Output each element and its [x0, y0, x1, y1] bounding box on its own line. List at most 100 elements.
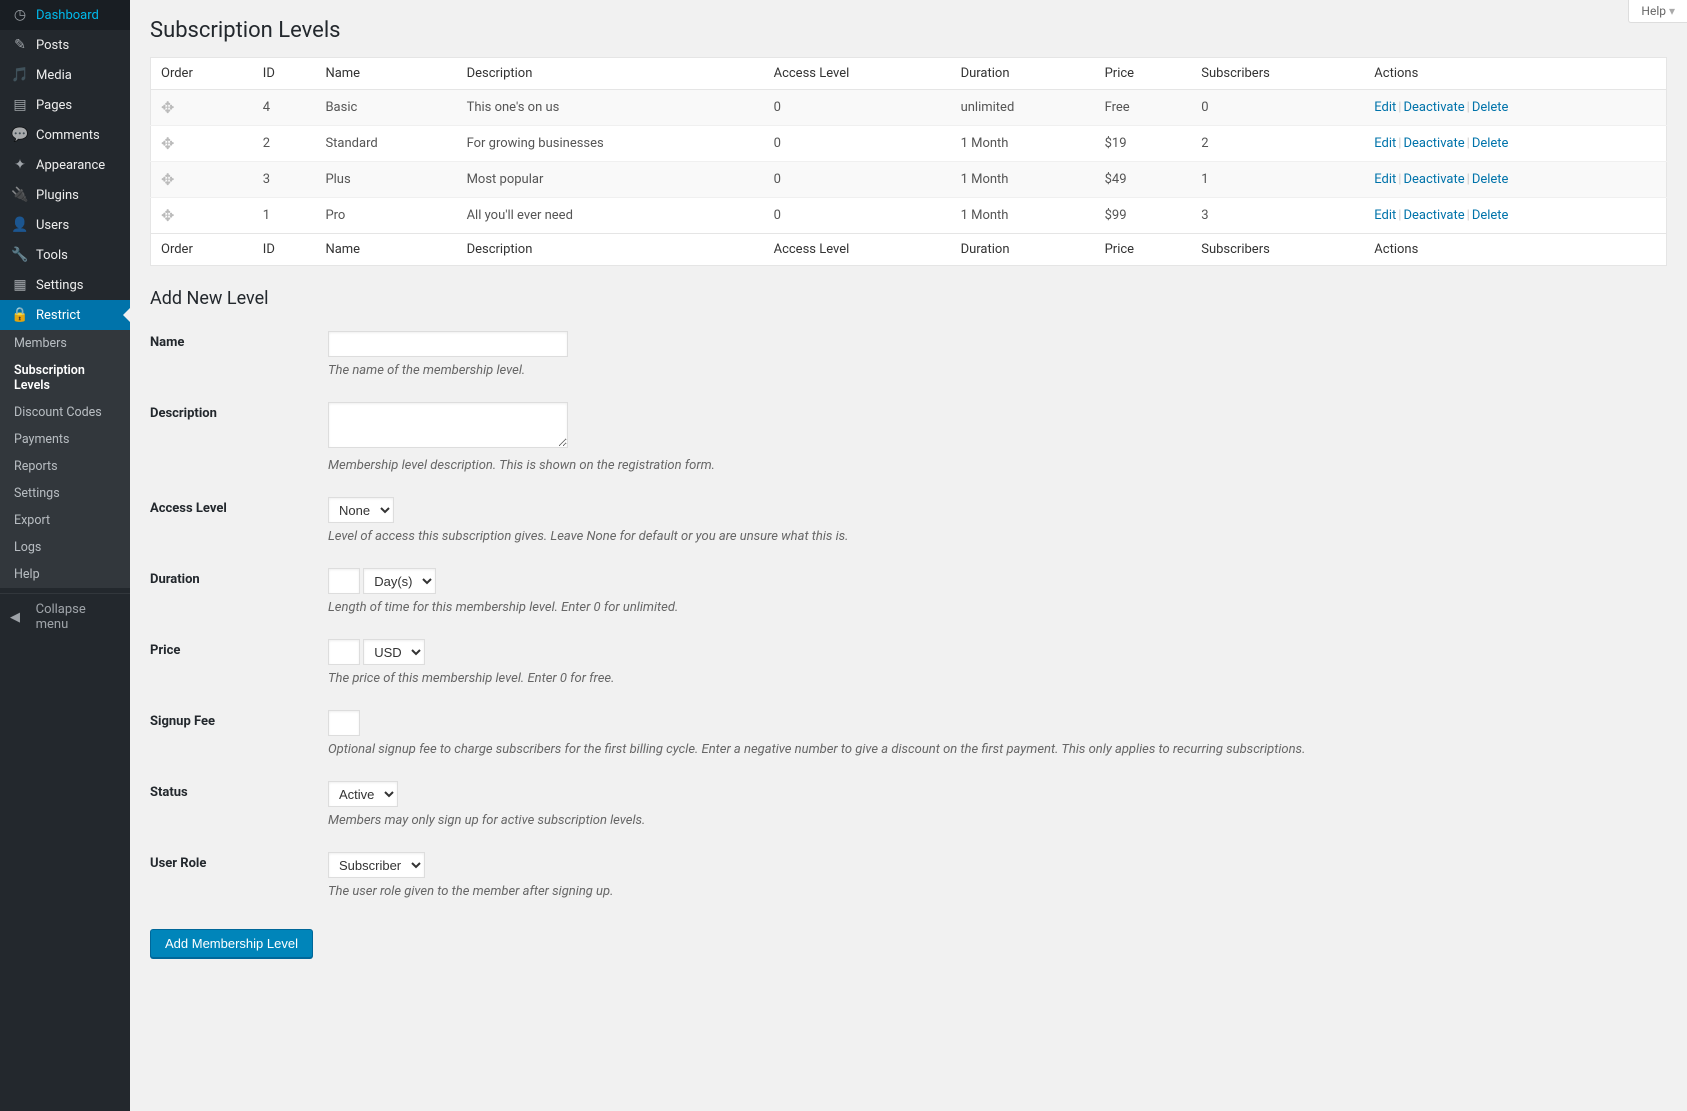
- appearance-icon: ✦: [10, 157, 30, 173]
- add-membership-button[interactable]: Add Membership Level: [150, 929, 313, 958]
- delete-link[interactable]: Delete: [1472, 100, 1509, 115]
- delete-link[interactable]: Delete: [1472, 136, 1509, 151]
- price-hint: The price of this membership level. Ente…: [328, 671, 1667, 686]
- submenu-item-logs[interactable]: Logs: [0, 534, 130, 561]
- sidebar-item-label: Restrict: [36, 308, 81, 323]
- cell-subscribers: 3: [1191, 198, 1364, 234]
- column-actions: Actions: [1364, 58, 1666, 90]
- column-actions: Actions: [1364, 234, 1666, 266]
- collapse-label: Collapse menu: [36, 602, 120, 632]
- sidebar-item-tools[interactable]: 🔧Tools: [0, 240, 130, 270]
- cell-price: $19: [1095, 126, 1192, 162]
- delete-link[interactable]: Delete: [1472, 172, 1509, 187]
- chevron-left-icon: ◀: [10, 610, 30, 625]
- submenu-item-export[interactable]: Export: [0, 507, 130, 534]
- cell-actions: Edit|Deactivate|Delete: [1364, 198, 1666, 234]
- lock-icon: 🔒: [10, 307, 30, 323]
- cell-subscribers: 2: [1191, 126, 1364, 162]
- sidebar-item-users[interactable]: 👤Users: [0, 210, 130, 240]
- help-tab[interactable]: Help: [1628, 0, 1687, 23]
- cell-access: 0: [764, 198, 951, 234]
- sidebar-item-dashboard[interactable]: ◷Dashboard: [0, 0, 130, 30]
- access-select[interactable]: None: [328, 497, 394, 523]
- submenu-item-help[interactable]: Help: [0, 561, 130, 588]
- cell-description: This one's on us: [457, 90, 764, 126]
- cell-duration: 1 Month: [951, 162, 1095, 198]
- levels-table: OrderIDNameDescriptionAccess LevelDurati…: [150, 57, 1667, 266]
- add-level-heading: Add New Level: [150, 288, 1667, 309]
- cell-price: $49: [1095, 162, 1192, 198]
- sidebar-item-label: Tools: [36, 248, 68, 263]
- deactivate-link[interactable]: Deactivate: [1403, 172, 1464, 187]
- delete-link[interactable]: Delete: [1472, 208, 1509, 223]
- column-price: Price: [1095, 234, 1192, 266]
- drag-handle-icon[interactable]: ✥: [161, 206, 174, 225]
- sidebar-item-posts[interactable]: ✎Posts: [0, 30, 130, 60]
- column-order: Order: [151, 58, 253, 90]
- separator: |: [1465, 208, 1472, 223]
- sidebar-item-media[interactable]: 🎵Media: [0, 60, 130, 90]
- user-role-hint: The user role given to the member after …: [328, 884, 1667, 899]
- table-row: ✥4BasicThis one's on us0unlimitedFree0Ed…: [151, 90, 1667, 126]
- drag-handle-icon[interactable]: ✥: [161, 98, 174, 117]
- status-select[interactable]: Active: [328, 781, 398, 807]
- deactivate-link[interactable]: Deactivate: [1403, 208, 1464, 223]
- sidebar-item-comments[interactable]: 💬Comments: [0, 120, 130, 150]
- duration-label: Duration: [150, 568, 328, 587]
- name-hint: The name of the membership level.: [328, 363, 1667, 378]
- sidebar-submenu: MembersSubscription LevelsDiscount Codes…: [0, 330, 130, 588]
- submenu-item-payments[interactable]: Payments: [0, 426, 130, 453]
- description-label: Description: [150, 402, 328, 421]
- deactivate-link[interactable]: Deactivate: [1403, 136, 1464, 151]
- column-name: Name: [315, 58, 456, 90]
- edit-link[interactable]: Edit: [1374, 208, 1396, 223]
- duration-input[interactable]: [328, 568, 360, 594]
- column-access-level: Access Level: [764, 58, 951, 90]
- price-input[interactable]: [328, 639, 360, 665]
- sidebar-item-restrict[interactable]: 🔒 Restrict: [0, 300, 130, 330]
- posts-icon: ✎: [10, 37, 30, 53]
- edit-link[interactable]: Edit: [1374, 100, 1396, 115]
- sidebar-item-label: Settings: [36, 278, 83, 293]
- cell-duration: unlimited: [951, 90, 1095, 126]
- page-title: Subscription Levels: [150, 18, 1667, 43]
- cell-duration: 1 Month: [951, 126, 1095, 162]
- column-name: Name: [315, 234, 456, 266]
- users-icon: 👤: [10, 217, 30, 233]
- column-order: Order: [151, 234, 253, 266]
- deactivate-link[interactable]: Deactivate: [1403, 100, 1464, 115]
- column-description: Description: [457, 234, 764, 266]
- user-role-select[interactable]: Subscriber: [328, 852, 425, 878]
- submenu-item-members[interactable]: Members: [0, 330, 130, 357]
- drag-handle-icon[interactable]: ✥: [161, 170, 174, 189]
- description-hint: Membership level description. This is sh…: [328, 458, 1667, 473]
- submenu-item-reports[interactable]: Reports: [0, 453, 130, 480]
- edit-link[interactable]: Edit: [1374, 136, 1396, 151]
- sidebar-item-label: Dashboard: [36, 8, 99, 23]
- column-id: ID: [253, 234, 316, 266]
- edit-link[interactable]: Edit: [1374, 172, 1396, 187]
- submenu-item-subscription-levels[interactable]: Subscription Levels: [0, 357, 130, 399]
- name-input[interactable]: [328, 331, 568, 357]
- cell-id: 3: [253, 162, 316, 198]
- cell-access: 0: [764, 90, 951, 126]
- sidebar-item-plugins[interactable]: 🔌Plugins: [0, 180, 130, 210]
- drag-handle-icon[interactable]: ✥: [161, 134, 174, 153]
- submenu-item-discount-codes[interactable]: Discount Codes: [0, 399, 130, 426]
- cell-description: For growing businesses: [457, 126, 764, 162]
- pages-icon: ▤: [10, 97, 30, 113]
- sidebar-item-pages[interactable]: ▤Pages: [0, 90, 130, 120]
- sidebar-item-appearance[interactable]: ✦Appearance: [0, 150, 130, 180]
- currency-select[interactable]: USD: [363, 639, 425, 665]
- collapse-menu[interactable]: ◀ Collapse menu: [0, 593, 130, 640]
- cell-access: 0: [764, 126, 951, 162]
- signup-fee-input[interactable]: [328, 710, 360, 736]
- table-row: ✥1ProAll you'll ever need01 Month$993Edi…: [151, 198, 1667, 234]
- sidebar-item-settings[interactable]: ▦Settings: [0, 270, 130, 300]
- column-id: ID: [253, 58, 316, 90]
- cell-subscribers: 1: [1191, 162, 1364, 198]
- duration-unit-select[interactable]: Day(s): [363, 568, 436, 594]
- signup-fee-label: Signup Fee: [150, 710, 328, 729]
- description-textarea[interactable]: [328, 402, 568, 448]
- submenu-item-settings[interactable]: Settings: [0, 480, 130, 507]
